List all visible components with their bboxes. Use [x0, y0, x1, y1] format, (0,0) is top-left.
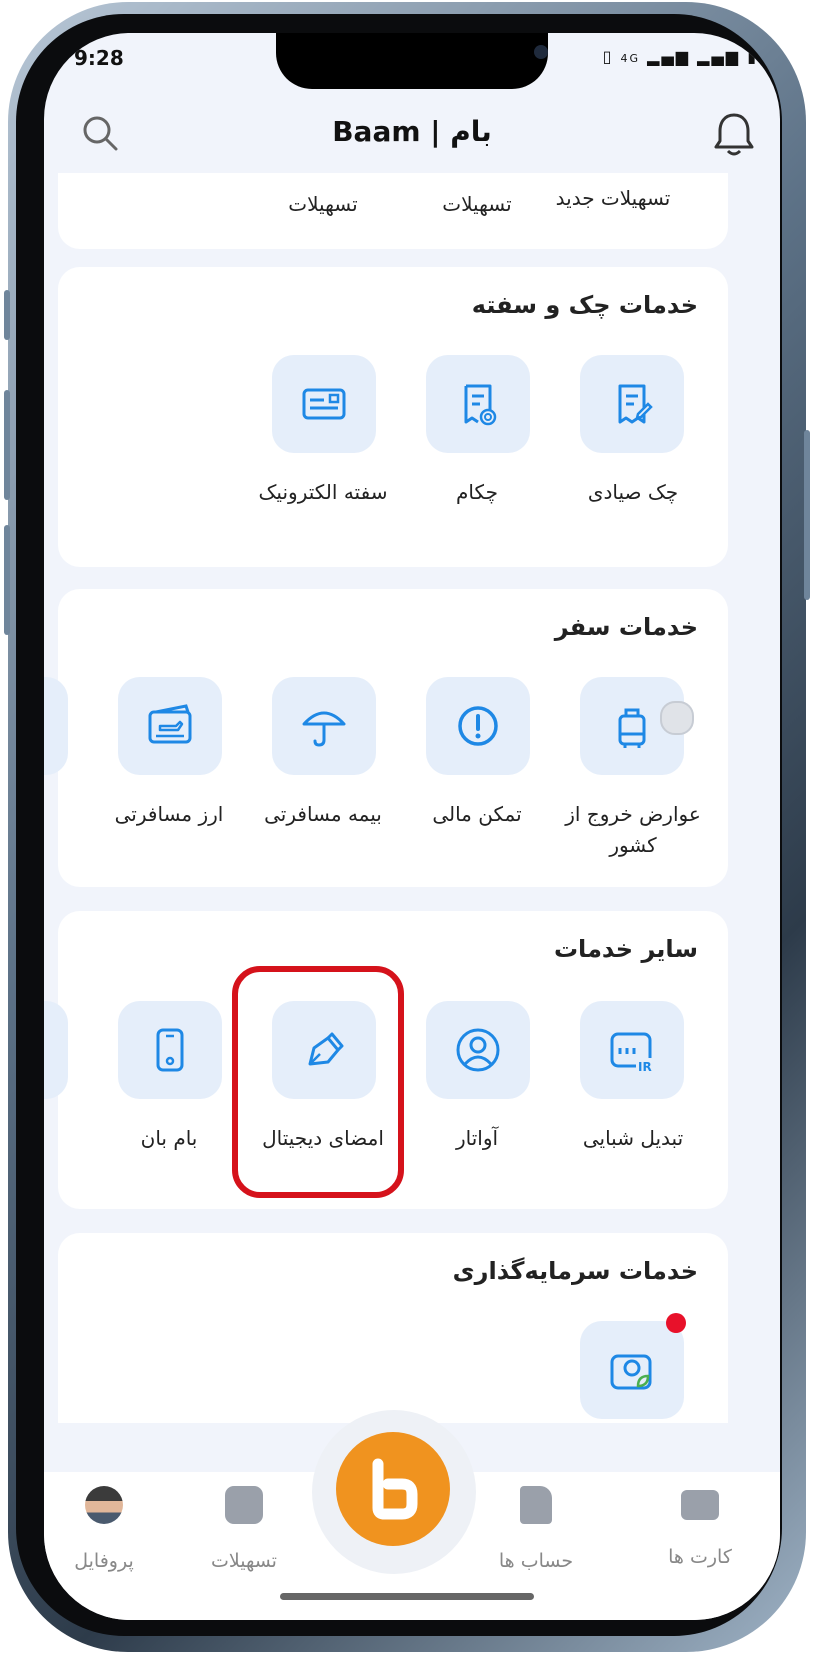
tab-loans[interactable]: تسهیلات: [174, 1486, 314, 1572]
promissory-note-icon: [302, 388, 346, 420]
tile-travel-currency[interactable]: [118, 677, 222, 775]
section-title: خدمات سرمایه‌گذاری: [452, 1257, 698, 1285]
tile-partial[interactable]: [44, 1001, 68, 1099]
notch: [276, 33, 548, 89]
tile-avatar[interactable]: [426, 1001, 530, 1099]
tab-label: تسهیلات: [211, 1550, 277, 1572]
highlight-box: [232, 966, 404, 1198]
tile-iban-convert[interactable]: IR: [580, 1001, 684, 1099]
tile-label: بیمه مسافرتی: [264, 802, 382, 826]
cheque-fingerprint-icon: [464, 384, 497, 426]
tile-label: ت: [44, 799, 90, 830]
loans-card-partial: تسهیلات جدید تسهیلات تسهیلات: [58, 173, 728, 249]
app-bar: Baam | بام: [44, 101, 780, 171]
tile-label: چک صیادی: [587, 480, 679, 504]
bottom-tab-bar: کارت ها حساب ها تسهیلات پروفایل: [44, 1410, 780, 1620]
tab-cards[interactable]: کارت ها: [630, 1486, 770, 1568]
travel-currency-icon: [148, 704, 192, 744]
investment-icon: [610, 1354, 652, 1390]
tab-label: کارت ها: [668, 1546, 732, 1568]
signal-icon: ▂▄▆: [647, 47, 691, 66]
tile-label: تبدیل شبایی: [582, 1126, 684, 1150]
battery-icon: ▮: [747, 47, 758, 66]
tile-baam-ban[interactable]: [118, 1001, 222, 1099]
card-icon: [681, 1490, 719, 1520]
tile-label: چکام: [456, 480, 498, 504]
investment-services-card: خدمات سرمایه‌گذاری: [58, 1233, 728, 1423]
tile-label: بام بان: [140, 1126, 198, 1150]
section-title: خدمات سفر: [554, 613, 698, 641]
cheque-edit-icon: [618, 384, 653, 424]
cheque-services-card: خدمات چک و سفته چک صیادی چکام سفته الکتر…: [58, 267, 728, 567]
tile-sayadi-cheque[interactable]: [580, 355, 684, 453]
tile-partial[interactable]: [44, 677, 68, 775]
iban-convert-icon: IR: [610, 1032, 654, 1074]
status-icons: ▯ 4G ▂▄▆ ▂▄▆ ▮: [603, 47, 758, 66]
travel-services-card: خدمات سفر عوارض خروج از کشور تمکن مالی ب…: [44, 589, 728, 887]
service-label[interactable]: تسهیلات جدید: [538, 183, 688, 214]
exclamation-circle-icon: [458, 706, 498, 746]
volume-down-button: [4, 525, 10, 635]
notification-dot: [666, 1313, 686, 1333]
tab-label: حساب ها: [498, 1550, 574, 1572]
tile-investment[interactable]: [580, 1321, 684, 1419]
signal-icon-2: ▂▄▆: [697, 47, 741, 66]
power-button: [804, 430, 810, 600]
app-title: Baam | بام: [332, 115, 492, 148]
mobile-icon: [156, 1028, 184, 1072]
tab-accounts[interactable]: حساب ها: [466, 1486, 606, 1572]
tile-e-promissory[interactable]: [272, 355, 376, 453]
tab-label: پروفایل: [74, 1550, 134, 1572]
network-label: 4G: [620, 52, 641, 65]
tile-label: سفته الکترونیک: [258, 480, 388, 504]
avatar-icon: [456, 1028, 500, 1072]
baam-center-button[interactable]: [336, 1432, 450, 1546]
status-time: 9:28: [74, 46, 124, 70]
bookmark-icon: [225, 1486, 263, 1524]
scroll-indicator-dot[interactable]: [660, 701, 694, 735]
section-title: سایر خدمات: [553, 935, 698, 963]
tile-label: تمکن مالی: [432, 802, 522, 826]
luggage-icon: [618, 708, 646, 748]
tile-label: ارز مسافرتی: [114, 802, 224, 826]
tile-financial-ability[interactable]: [426, 677, 530, 775]
service-label[interactable]: تسهیلات: [402, 189, 552, 220]
home-indicator: [280, 1593, 534, 1600]
umbrella-icon: [302, 711, 346, 747]
screen: 9:28 ▯ 4G ▂▄▆ ▂▄▆ ▮ Baam | بام تسهیلات ج…: [44, 33, 780, 1620]
tab-profile[interactable]: پروفایل: [44, 1486, 174, 1572]
volume-up-button: [4, 390, 10, 500]
bell-icon[interactable]: [712, 111, 756, 159]
vibrate-icon: ▯: [602, 47, 614, 66]
section-title: خدمات چک و سفته: [471, 291, 698, 319]
svg-text:IR: IR: [638, 1060, 652, 1074]
tile-chakam[interactable]: [426, 355, 530, 453]
service-label[interactable]: تسهیلات: [248, 189, 398, 220]
tile-label: عوارض خروج از کشور: [565, 802, 701, 857]
document-icon: [520, 1486, 552, 1524]
services-scroll[interactable]: تسهیلات جدید تسهیلات تسهیلات خدمات چک و …: [44, 173, 780, 1423]
camera-icon: [534, 45, 548, 59]
tile-label: آواتار: [455, 1126, 499, 1150]
profile-avatar: [85, 1486, 123, 1524]
silent-switch: [4, 290, 10, 340]
baam-logo-icon: [372, 1458, 418, 1520]
tile-travel-insurance[interactable]: [272, 677, 376, 775]
